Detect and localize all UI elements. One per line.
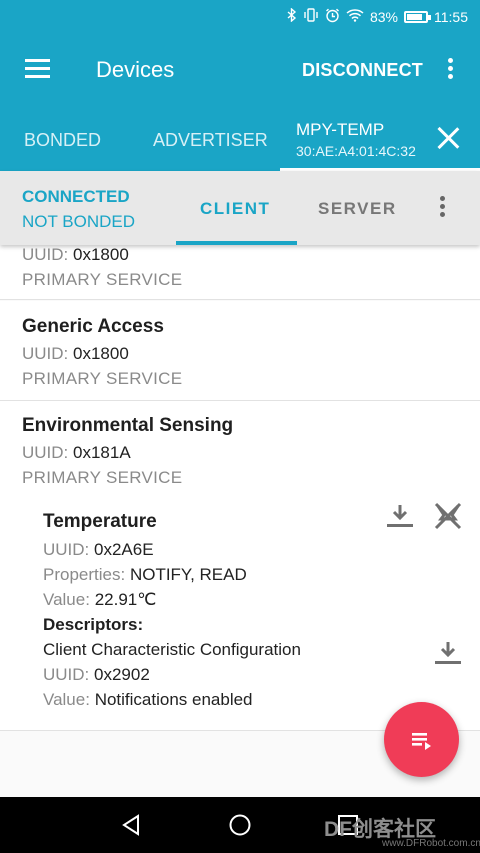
bluetooth-icon bbox=[287, 7, 297, 25]
log-icon bbox=[412, 733, 431, 750]
overflow-menu-icon[interactable] bbox=[439, 196, 445, 218]
connection-state: CONNECTED bbox=[22, 187, 130, 206]
service-uuid: UUID: 0x1800 bbox=[22, 344, 129, 363]
service-name: Generic Access bbox=[22, 316, 164, 337]
client-tab-indicator bbox=[176, 241, 297, 245]
disconnect-button[interactable]: DISCONNECT bbox=[302, 60, 423, 81]
device-name: MPY-TEMP bbox=[296, 120, 385, 139]
characteristic-name: Temperature bbox=[43, 511, 157, 532]
service-item[interactable]: UUID: 0x1800 PRIMARY SERVICE bbox=[0, 245, 480, 300]
battery-percent: 83% bbox=[369, 8, 398, 25]
service-item[interactable]: Generic Access UUID: 0x1800 PRIMARY SERV… bbox=[0, 301, 480, 401]
characteristic-value: Value: 22.91℃ bbox=[43, 590, 157, 609]
app-bar: Devices DISCONNECT bbox=[0, 33, 480, 107]
characteristic-properties: Properties: NOTIFY, READ bbox=[43, 565, 247, 584]
service-name: Environmental Sensing bbox=[22, 415, 234, 436]
download-icon[interactable] bbox=[385, 501, 415, 531]
service-type: PRIMARY SERVICE bbox=[22, 369, 183, 388]
tab-client[interactable]: CLIENT bbox=[200, 199, 270, 219]
service-uuid: UUID: 0x181A bbox=[22, 443, 131, 462]
descriptor-value: Value: Notifications enabled bbox=[43, 690, 253, 709]
service-item[interactable]: Environmental Sensing UUID: 0x181A PRIMA… bbox=[0, 401, 480, 731]
download-icon[interactable] bbox=[433, 638, 463, 668]
descriptor-name: Client Characteristic Configuration bbox=[43, 640, 301, 659]
characteristic-uuid: UUID: 0x2A6E bbox=[43, 540, 154, 559]
tab-bonded[interactable]: BONDED bbox=[24, 130, 101, 151]
alarm-icon bbox=[325, 8, 340, 26]
overflow-menu-icon[interactable] bbox=[447, 58, 453, 80]
watermark: DF创客社区 www.DFRobot.com.cn bbox=[324, 818, 480, 849]
tab-server[interactable]: SERVER bbox=[318, 199, 397, 219]
menu-icon[interactable] bbox=[25, 59, 50, 79]
service-uuid: UUID: 0x1800 bbox=[22, 245, 129, 264]
descriptors-heading: Descriptors: bbox=[43, 615, 144, 634]
service-type: PRIMARY SERVICE bbox=[22, 468, 183, 487]
tab-advertiser[interactable]: ADVERTISER bbox=[153, 130, 268, 151]
wifi-icon bbox=[346, 8, 364, 25]
notifications-off-icon[interactable] bbox=[433, 501, 463, 531]
device-tabs: BONDED ADVERTISER MPY-TEMP 30:AE:A4:01:4… bbox=[0, 107, 480, 171]
home-icon[interactable] bbox=[228, 813, 252, 837]
back-icon[interactable] bbox=[120, 813, 144, 837]
descriptor-uuid: UUID: 0x2902 bbox=[43, 665, 150, 684]
device-address: 30:AE:A4:01:4C:32 bbox=[296, 143, 416, 159]
battery-icon bbox=[404, 10, 431, 23]
navigation-bar: DF创客社区 www.DFRobot.com.cn bbox=[0, 797, 480, 853]
clock: 11:55 bbox=[434, 8, 468, 25]
connection-bar: CONNECTED NOT BONDED CLIENT SERVER bbox=[0, 171, 480, 245]
log-button[interactable] bbox=[384, 702, 459, 777]
app-title: Devices bbox=[96, 57, 175, 82]
status-bar: 83% 11:55 bbox=[0, 0, 480, 33]
vibrate-icon bbox=[303, 8, 319, 25]
service-type: PRIMARY SERVICE bbox=[22, 270, 183, 289]
close-icon[interactable] bbox=[436, 126, 460, 150]
bond-state: NOT BONDED bbox=[22, 212, 136, 231]
